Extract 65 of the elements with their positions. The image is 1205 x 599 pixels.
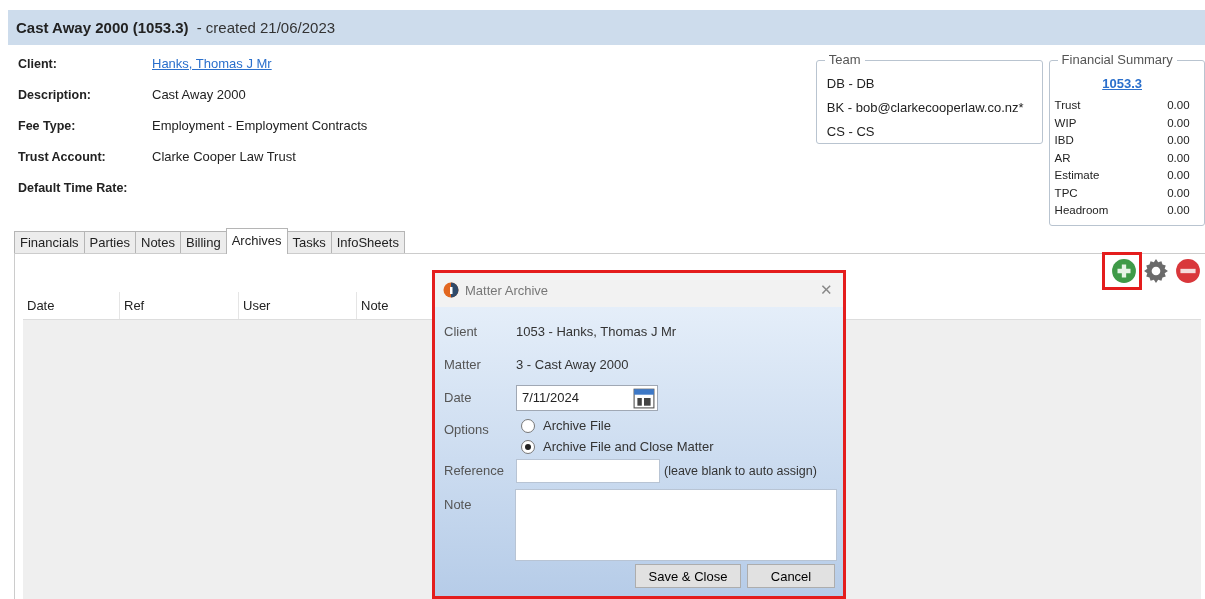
column-header[interactable]: User (239, 292, 357, 319)
radio-option[interactable]: Archive File (516, 418, 611, 433)
summary-label: Estimate (1054, 168, 1101, 183)
save-close-button[interactable]: Save & Close (635, 564, 741, 588)
field-label: Reference (444, 463, 505, 478)
field-label: Options (444, 421, 490, 437)
client-value: 1053 - Hanks, Thomas J Mr (516, 324, 677, 339)
tab[interactable]: InfoSheets (330, 231, 405, 253)
matter-title: Cast Away 2000 (1053.3) (16, 19, 189, 36)
radio-option[interactable]: Archive File and Close Matter (516, 439, 714, 454)
summary-label: TPC (1054, 185, 1079, 201)
column-header[interactable]: Date (23, 292, 120, 319)
column-header[interactable]: Ref (120, 292, 239, 319)
matter-value: 3 - Cast Away 2000 (516, 357, 629, 372)
note-field[interactable] (515, 489, 837, 561)
cancel-button[interactable]: Cancel (747, 564, 835, 588)
created-date: - created 21/06/2023 (196, 19, 336, 36)
field-label: Client: (18, 56, 58, 71)
team-title: Team (824, 52, 865, 67)
summary-value: 0.00 (1166, 168, 1190, 183)
summary-label: AR (1054, 150, 1072, 166)
reference-hint: (leave blank to auto assign) (664, 463, 817, 478)
field-value: Cast Away 2000 (152, 87, 246, 102)
field-label: Fee Type: (18, 118, 77, 133)
field-label: Client (444, 324, 479, 339)
financial-summary-title: Financial Summary (1057, 52, 1177, 67)
team-member: DB - DB (826, 75, 875, 93)
date-field[interactable]: 7/11/2024 (516, 384, 658, 411)
field-label: Description: (18, 87, 92, 102)
dialog-title: Matter Archive (465, 282, 550, 298)
summary-label: WIP (1054, 115, 1078, 131)
calendar-icon[interactable] (633, 386, 655, 409)
add-icon[interactable] (1111, 258, 1137, 284)
summary-label: Headroom (1054, 203, 1110, 218)
field-label: Default Time Rate: (18, 180, 129, 195)
summary-label: Trust (1054, 98, 1082, 113)
tab[interactable]: Billing (179, 231, 227, 253)
client-link[interactable]: Hanks, Thomas J Mr (152, 56, 272, 71)
tab[interactable]: Tasks (286, 231, 332, 253)
summary-value: 0.00 (1166, 115, 1190, 131)
summary-value: 0.00 (1166, 150, 1190, 166)
team-member: CS - CS (826, 123, 875, 141)
summary-label: IBD (1054, 133, 1075, 148)
summary-value: 0.00 (1166, 98, 1190, 113)
app-logo-icon (443, 282, 459, 298)
tab[interactable]: Parties (83, 231, 136, 253)
matter-link[interactable]: 1053.3 (1102, 76, 1142, 91)
radio-button[interactable] (521, 418, 535, 433)
summary-value: 0.00 (1166, 133, 1190, 148)
tab[interactable]: Archives (225, 228, 288, 254)
reference-field[interactable] (516, 458, 660, 483)
summary-value: 0.00 (1166, 203, 1190, 218)
field-value: Employment - Employment Contracts (152, 118, 368, 133)
gear-icon[interactable] (1143, 258, 1169, 284)
field-label: Matter (444, 357, 482, 372)
team-member: BK - bob@clarkecooperlaw.co.nz* (826, 99, 1024, 117)
summary-value: 0.00 (1166, 185, 1190, 201)
remove-icon[interactable] (1175, 258, 1201, 284)
radio-button[interactable] (521, 439, 535, 454)
field-label: Date (444, 390, 473, 405)
tab[interactable]: Financials (14, 231, 85, 253)
field-value: Clarke Cooper Law Trust (152, 149, 296, 164)
field-label: Trust Account: (18, 149, 107, 164)
tab[interactable]: Notes (135, 231, 181, 253)
field-label: Note (444, 496, 473, 512)
